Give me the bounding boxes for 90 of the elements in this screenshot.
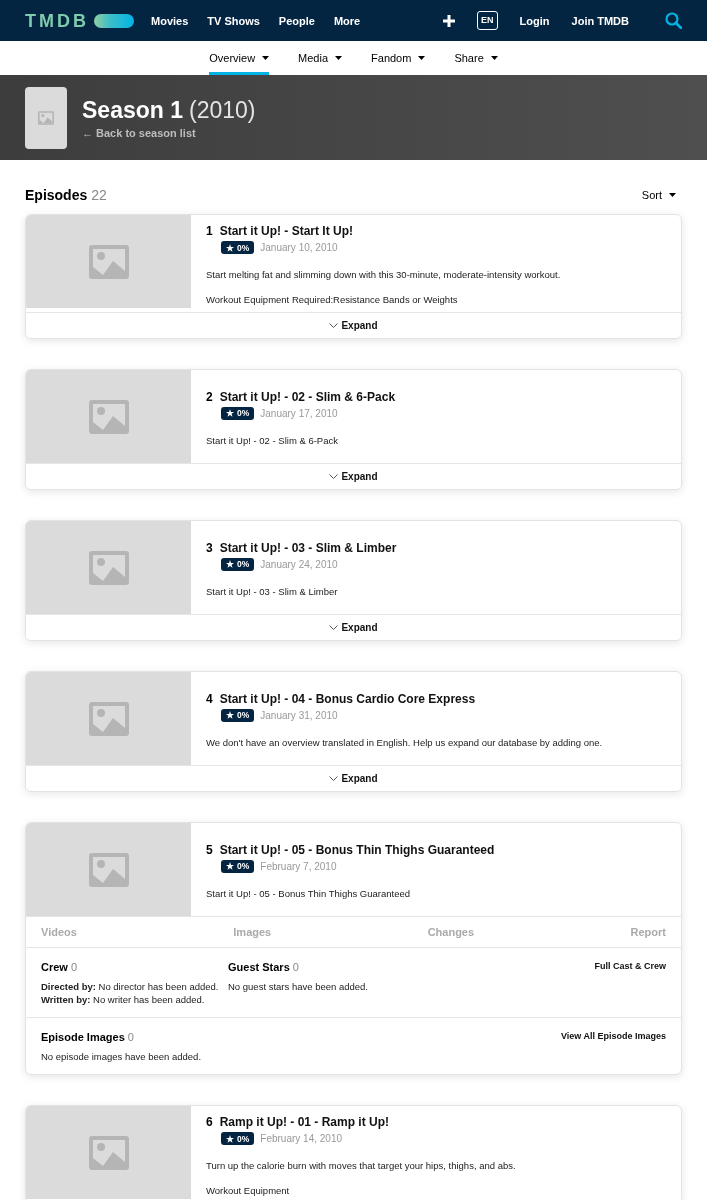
nav-link[interactable]: People (278, 14, 315, 27)
crew-count: 0 (70, 960, 78, 974)
sort-button[interactable]: Sort (641, 189, 682, 201)
star-icon (226, 243, 234, 252)
image-icon (88, 550, 129, 585)
star-icon (226, 409, 234, 417)
caret-icon (669, 193, 676, 197)
star-icon (226, 862, 234, 870)
sub-nav-tab[interactable]: Share (454, 41, 498, 75)
nav-link[interactable]: More (333, 14, 361, 27)
account-link[interactable]: Join TMDB (571, 14, 629, 27)
image-icon (88, 399, 129, 434)
expand-button[interactable]: Expand (26, 614, 681, 640)
nav-link[interactable]: Movies (151, 14, 189, 27)
episode-title[interactable]: Start it Up! - Start It Up! (219, 224, 353, 238)
caret-icon (418, 56, 426, 60)
air-date: February 14, 2010 (260, 1133, 342, 1144)
episode-title[interactable]: Start it Up! - 03 - Slim & Limber (219, 540, 397, 555)
guest-stars-text: No guest stars have been added. (228, 980, 369, 993)
episode-number: 5 (206, 842, 213, 857)
crew-credit: Directed by: No director has been added. (41, 980, 220, 993)
expand-button[interactable]: Expand (26, 765, 681, 791)
episode-overview: Start it Up! - 02 - Slim & 6-Pack (206, 433, 339, 447)
sub-nav-tab[interactable]: Media (298, 41, 343, 75)
full-cast-link[interactable]: Full Cast & Crew (594, 961, 666, 971)
search-icon[interactable] (665, 12, 682, 29)
rating-value: 0% (237, 408, 250, 418)
caret-icon (335, 56, 343, 60)
episode-title[interactable]: Start it Up! - 04 - Bonus Cardio Core Express (219, 691, 476, 706)
expand-button[interactable]: Expand (26, 463, 681, 489)
season-year: (2010) (189, 96, 256, 123)
guest-stars-heading: Guest Stars (228, 960, 290, 974)
episode-overview: We don't have an overview translated in English. Help us expand our database by adding one. (206, 735, 604, 749)
episode-overview: Turn up the calorie burn with moves that target your hips, thighs, and abs. (206, 1159, 517, 1172)
rating-value: 0% (237, 559, 250, 569)
rating-value: 0% (237, 710, 250, 720)
account-link[interactable]: Login (519, 14, 550, 27)
episode-overview: Start it Up! - 03 - Slim & Limber (206, 584, 339, 598)
episode-images-heading: Episode Images (41, 1030, 125, 1044)
star-icon (226, 1134, 234, 1143)
star-icon (226, 711, 234, 719)
air-date: February 7, 2010 (260, 860, 337, 872)
image-icon (88, 852, 129, 887)
image-icon (38, 110, 54, 125)
episode-images-text: No episode images have been added. (41, 1050, 203, 1063)
air-date: January 31, 2010 (260, 709, 338, 721)
sub-nav-tab[interactable]: Fandom (371, 41, 426, 75)
air-date: January 10, 2010 (260, 242, 338, 253)
episode-number: 1 (206, 224, 213, 238)
expand-button[interactable]: Expand (26, 312, 681, 338)
logo-text[interactable]: TMDB (25, 11, 89, 30)
crew-heading: Crew (41, 960, 68, 974)
crew-credit: Written by: No writer has been added. (41, 993, 206, 1006)
back-link[interactable]: ← Back to season list (82, 126, 256, 139)
caret-icon (262, 56, 270, 60)
season-title: Season 1 (82, 96, 183, 123)
episodes-heading: Episodes (25, 187, 88, 203)
episode-number: 3 (206, 540, 213, 555)
episode-title[interactable]: Ramp it Up! - 01 - Ramp it Up! (219, 1115, 390, 1129)
episode-title[interactable]: Start it Up! - 05 - Bonus Thin Thighs Guaranteed (219, 842, 495, 857)
episode-overview: Start it Up! - 05 - Bonus Thin Thighs Guaranteed (206, 886, 411, 900)
episode-number: 6 (206, 1115, 213, 1129)
image-icon (88, 701, 129, 736)
chevron-down-icon (329, 323, 339, 328)
episode-overview: Workout Equipment Required:Resistance Bands or Weights (206, 293, 459, 306)
episode-overview: Start melting fat and slimming down with this 30-minute, moderate-intensity workout. (206, 268, 562, 281)
plus-icon[interactable] (443, 14, 456, 27)
chevron-down-icon (329, 776, 339, 781)
rating-value: 0% (237, 861, 250, 871)
nav-link[interactable]: TV Shows (207, 14, 260, 27)
air-date: January 17, 2010 (260, 407, 338, 419)
episode-number: 4 (206, 691, 213, 706)
episode-number: 2 (206, 389, 213, 404)
star-icon (226, 560, 234, 568)
guest-stars-count: 0 (292, 960, 299, 974)
episode-images-count: 0 (127, 1030, 134, 1044)
episode-overview: Workout Equipment (206, 1184, 291, 1197)
image-icon (88, 1135, 129, 1170)
episode-title[interactable]: Start it Up! - 02 - Slim & 6-Pack (219, 389, 396, 404)
rating-value: 0% (237, 1133, 250, 1144)
rating-value: 0% (237, 242, 250, 253)
logo-pill-icon (94, 13, 134, 28)
image-icon (88, 244, 129, 279)
language-button[interactable]: EN (477, 11, 498, 30)
caret-icon (490, 56, 498, 60)
air-date: January 24, 2010 (260, 558, 338, 570)
chevron-down-icon (329, 625, 339, 630)
episodes-count: 22 (91, 187, 107, 203)
view-images-link[interactable]: View All Episode Images (560, 1031, 666, 1041)
chevron-down-icon (329, 474, 339, 479)
